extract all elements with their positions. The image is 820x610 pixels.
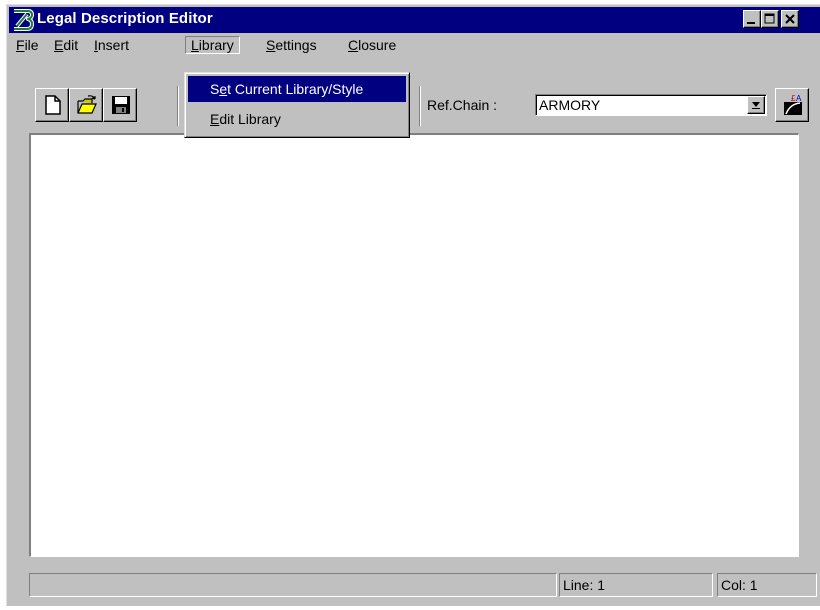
refchain-select[interactable]: ARMORY — [535, 94, 767, 116]
menu-library[interactable]: Library — [185, 36, 240, 54]
svg-text:A: A — [796, 94, 802, 103]
minimize-button[interactable] — [743, 10, 761, 28]
menu-file[interactable]: File — [11, 36, 44, 54]
status-message-panel — [29, 573, 557, 597]
toolbar: Ref.Chain : ARMORY £ A — [7, 56, 820, 136]
menu-bar: File Edit Insert Library Settings Closur… — [9, 34, 820, 56]
new-document-button[interactable] — [35, 88, 69, 122]
menu-edit[interactable]: Edit — [49, 36, 83, 54]
title-bar[interactable]: Legal Description Editor — [9, 7, 820, 33]
editor-text-area[interactable] — [29, 133, 799, 557]
draw-chain-button[interactable]: £ A — [775, 88, 809, 122]
save-disk-icon — [112, 96, 130, 114]
new-document-icon — [45, 95, 61, 115]
library-dropdown-menu: Set Current Library/Style Edit Library — [184, 72, 410, 138]
chevron-down-icon — [752, 102, 760, 109]
legal-description-editor-window: Legal Description Editor File Edit Inser… — [6, 4, 820, 606]
maximize-icon — [764, 13, 775, 24]
menu-item-set-current-library-style[interactable]: Set Current Library/Style — [188, 76, 406, 102]
close-icon — [785, 14, 795, 24]
menu-closure[interactable]: Closure — [343, 36, 401, 54]
refchain-value: ARMORY — [539, 97, 601, 113]
close-button[interactable] — [781, 10, 799, 28]
menu-settings[interactable]: Settings — [261, 36, 322, 54]
refchain-dropdown-button[interactable] — [747, 96, 765, 114]
maximize-button[interactable] — [761, 10, 779, 28]
window-title: Legal Description Editor — [37, 10, 213, 27]
menu-insert[interactable]: Insert — [89, 36, 134, 54]
refchain-label: Ref.Chain : — [427, 97, 498, 113]
status-col: Col: 1 — [717, 573, 817, 597]
toolbar-separator — [177, 86, 179, 126]
status-line: Line: 1 — [559, 573, 713, 597]
open-folder-icon — [77, 95, 97, 114]
toolbar-separator — [419, 86, 421, 126]
bentley-b-logo-icon — [14, 9, 34, 31]
save-button[interactable] — [103, 88, 137, 122]
open-file-button[interactable] — [69, 88, 103, 122]
minimize-icon — [747, 22, 755, 24]
menu-item-edit-library[interactable]: Edit Library — [188, 106, 406, 132]
draw-chain-icon: £ A — [784, 94, 802, 115]
